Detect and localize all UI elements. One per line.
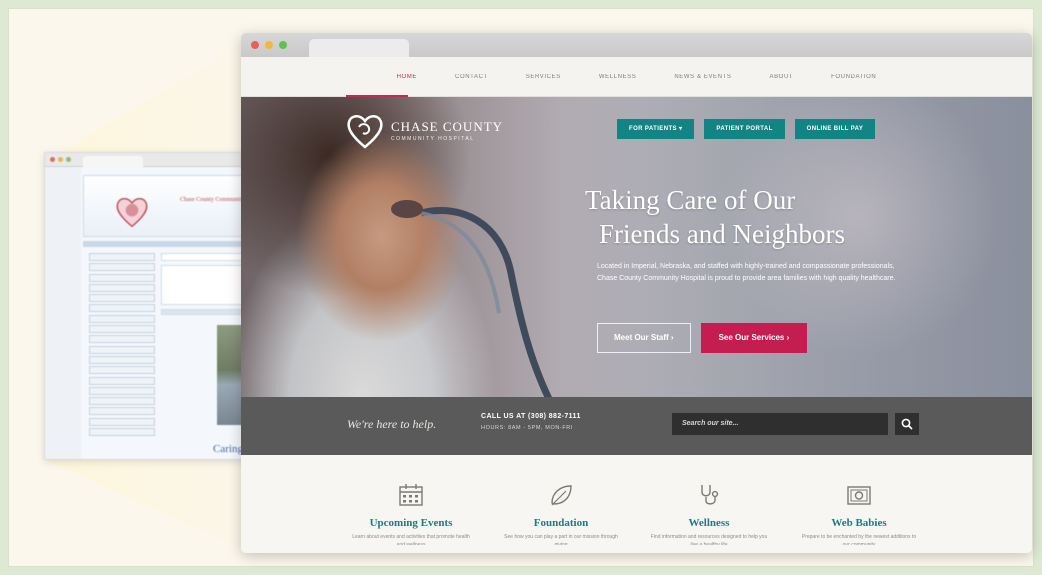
old-caption: Caring	[213, 443, 243, 455]
old-nav-item	[89, 294, 155, 303]
nav-item-news-events[interactable]: NEWS & EVENTS	[655, 74, 750, 80]
feature-description: Find information and resources designed …	[650, 534, 768, 545]
old-nav-item	[89, 355, 155, 364]
maximize-dot-icon[interactable]	[279, 41, 287, 49]
old-nav-bar	[83, 241, 261, 247]
old-nav-item	[89, 407, 155, 416]
call-phone[interactable]: CALL US AT (308) 882-7111	[481, 413, 581, 420]
old-browser-tab	[83, 156, 143, 167]
browser-tab[interactable]	[309, 39, 409, 57]
nav-item-services[interactable]: SERVICES	[507, 74, 580, 80]
help-tagline: We're here to help.	[347, 417, 437, 431]
feature-title: Foundation	[533, 517, 589, 529]
new-website-window: HOME CONTACT SERVICES WELLNESS NEWS & EV…	[241, 33, 1032, 553]
old-gutter	[45, 167, 81, 459]
feature-description: Prepare to be enchanted by the newest ad…	[801, 534, 917, 545]
nav-item-foundation[interactable]: FOUNDATION	[812, 74, 895, 80]
stethoscope-icon	[701, 485, 719, 505]
feature-title: Upcoming Events	[369, 517, 453, 529]
old-nav-item	[89, 304, 155, 313]
feature-foundation[interactable]: Foundation See how you can play a part i…	[501, 483, 621, 545]
hero-title-line-2: Friends and Neighbors	[599, 219, 845, 249]
old-site-name: Chase County Community	[180, 197, 245, 203]
hero-title: Taking Care of Our Friends and Neighbors	[585, 183, 905, 251]
brand-subtitle: COMMUNITY HOSPITAL	[391, 136, 475, 142]
office-hours: HOURS: 8AM - 5PM, MON-FRI	[481, 425, 574, 431]
feature-upcoming-events[interactable]: Upcoming Events Learn about events and a…	[351, 483, 471, 545]
close-dot-icon	[50, 157, 55, 162]
old-window-chrome	[45, 153, 261, 167]
hero-title-line-1: Taking Care of Our	[585, 185, 796, 215]
for-patients-button[interactable]: FOR PATIENTS ▾	[617, 119, 695, 139]
leaf-icon	[551, 485, 572, 506]
old-heart-logo-icon	[116, 198, 148, 228]
old-nav-item	[89, 263, 155, 272]
feature-description: See how you can play a part in our missi…	[504, 534, 618, 545]
see-our-services-button[interactable]: See Our Services ›	[700, 323, 808, 353]
hero-cta-row: Meet Our Staff › See Our Services ›	[597, 323, 808, 353]
search-input[interactable]: Search our site...	[672, 413, 888, 435]
old-nav-item	[89, 273, 155, 282]
meet-our-staff-button[interactable]: Meet Our Staff ›	[597, 323, 691, 353]
browser-chrome	[241, 33, 1032, 57]
old-nav-item	[89, 366, 155, 375]
old-sidebar-nav	[89, 253, 155, 438]
old-nav-item	[89, 345, 155, 354]
close-dot-icon[interactable]	[251, 41, 259, 49]
old-nav-item	[89, 417, 155, 426]
old-page: Chase County Community Caring	[45, 167, 261, 459]
nav-item-about[interactable]: ABOUT	[750, 74, 812, 80]
nav-item-home[interactable]: HOME	[378, 74, 436, 80]
old-website-window: Chase County Community Caring	[44, 152, 262, 460]
hero-description: Located in Imperial, Nebraska, and staff…	[597, 263, 896, 282]
old-nav-item	[89, 253, 155, 261]
feature-title: Web Babies	[831, 517, 887, 529]
nav-item-contact[interactable]: CONTACT	[436, 74, 507, 80]
hero-section: CHASE COUNTY COMMUNITY HOSPITAL FOR PATI…	[241, 97, 1032, 397]
old-header: Chase County Community	[83, 175, 261, 237]
feature-wellness[interactable]: Wellness Find information and resources …	[649, 483, 769, 545]
heart-logo-icon	[347, 115, 383, 149]
minimize-dot-icon[interactable]	[265, 41, 273, 49]
site-logo[interactable]: CHASE COUNTY COMMUNITY HOSPITAL	[345, 111, 503, 151]
old-nav-item	[89, 283, 155, 292]
feature-title: Wellness	[688, 517, 730, 529]
help-bar: We're here to help. CALL US AT (308) 882…	[241, 397, 1032, 455]
old-nav-item	[89, 335, 155, 344]
feature-row: Upcoming Events Learn about events and a…	[241, 455, 1032, 553]
search-icon	[901, 418, 913, 430]
main-nav: HOME CONTACT SERVICES WELLNESS NEWS & EV…	[241, 57, 1032, 97]
feature-description: Learn about events and activities that p…	[352, 534, 470, 545]
old-nav-item	[89, 325, 155, 334]
brand-name: CHASE COUNTY	[391, 119, 504, 134]
old-nav-item	[89, 386, 155, 395]
old-nav-item	[89, 428, 155, 437]
camera-icon	[847, 486, 871, 505]
nav-item-wellness[interactable]: WELLNESS	[580, 74, 655, 80]
feature-web-babies[interactable]: Web Babies Prepare to be enchanted by th…	[799, 483, 919, 545]
search-button[interactable]	[895, 413, 919, 435]
old-nav-item	[89, 397, 155, 406]
stethoscope-illustration	[391, 200, 553, 397]
patient-portal-button[interactable]: PATIENT PORTAL	[704, 119, 785, 139]
old-nav-item	[89, 376, 155, 385]
online-bill-pay-button[interactable]: ONLINE BILL PAY	[794, 119, 876, 139]
calendar-icon	[399, 484, 423, 506]
quick-links: FOR PATIENTS ▾ PATIENT PORTAL ONLINE BIL…	[617, 119, 876, 139]
old-nav-item	[89, 314, 155, 323]
maximize-dot-icon	[66, 157, 71, 162]
minimize-dot-icon	[58, 157, 63, 162]
